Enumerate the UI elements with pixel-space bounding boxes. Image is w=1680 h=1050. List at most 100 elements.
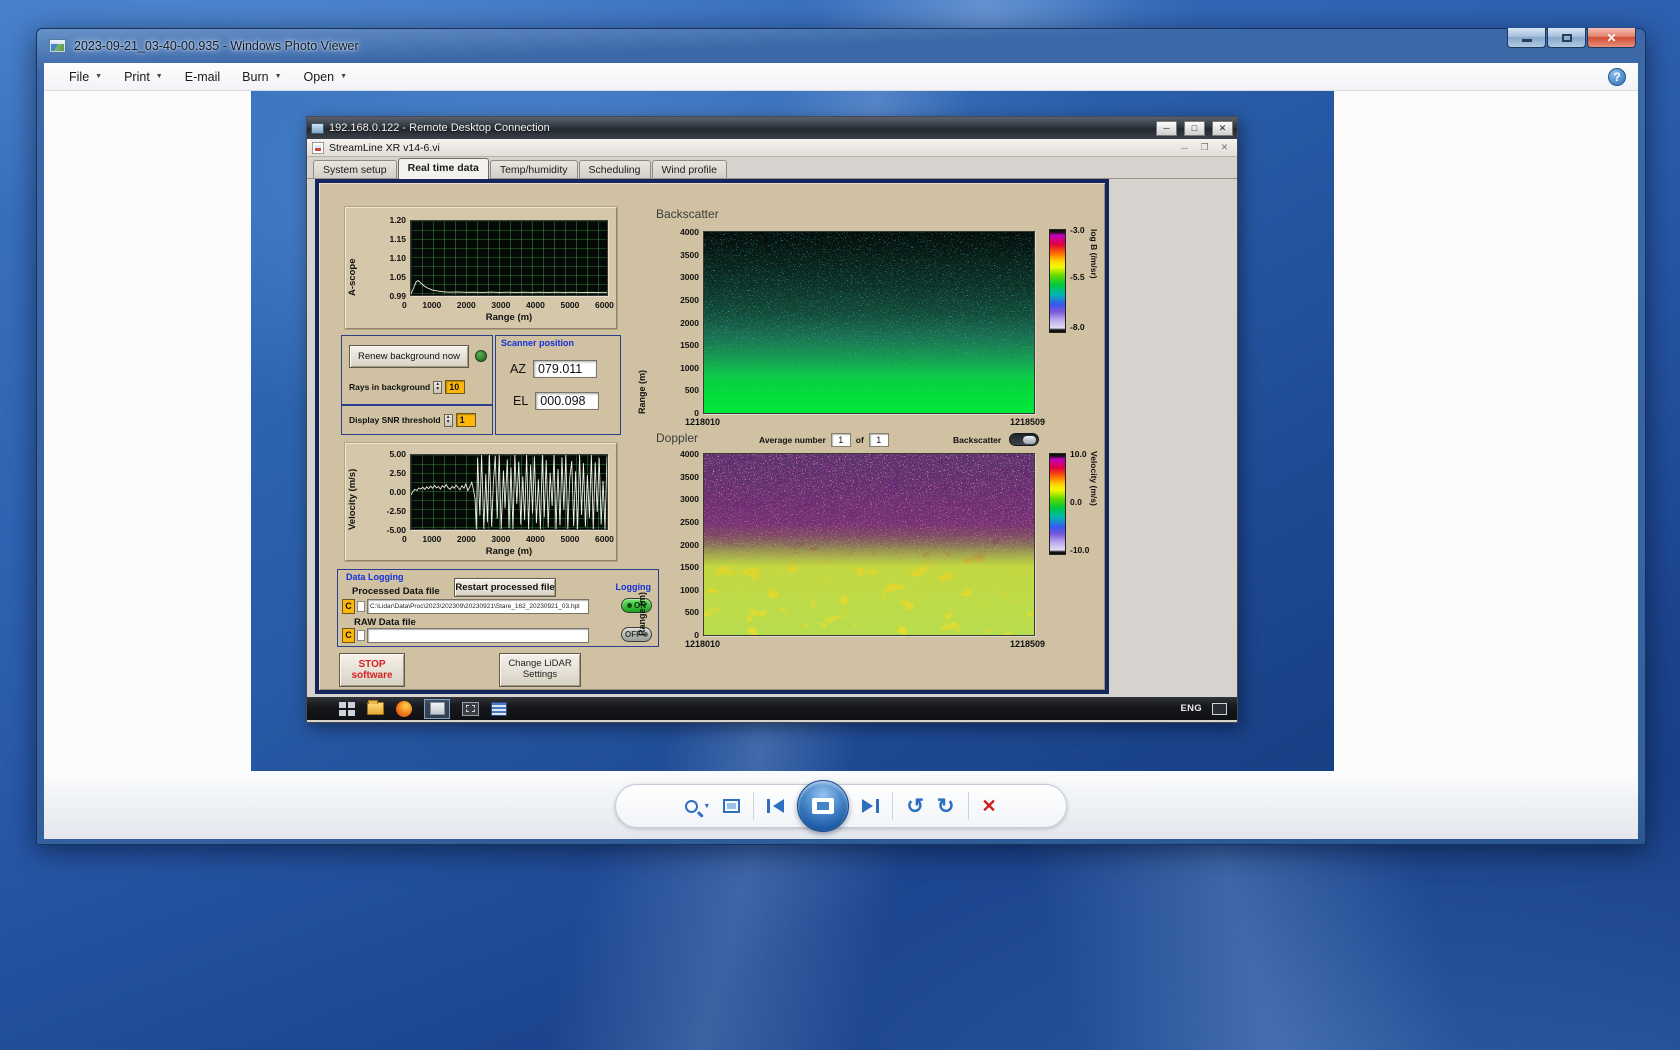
snr-label: Display SNR threshold bbox=[349, 415, 441, 425]
tick-label: 5.00 bbox=[389, 449, 406, 459]
rdp-app-icon bbox=[311, 123, 324, 134]
rotate-clockwise-button[interactable]: ↻ bbox=[937, 796, 955, 817]
rays-value-field[interactable]: 10 bbox=[445, 380, 465, 394]
spinner-icon[interactable]: ▲▼ bbox=[433, 381, 442, 394]
tab-bar: System setup Real time data Temp/humidit… bbox=[307, 157, 1237, 179]
background-controls-box: Renew background now Rays in background … bbox=[341, 335, 493, 405]
language-indicator[interactable]: ENG bbox=[1181, 703, 1203, 714]
rotate-counterclockwise-button[interactable]: ↺ bbox=[906, 796, 924, 817]
ascope-xlabel: Range (m) bbox=[410, 312, 608, 323]
play-slideshow-button[interactable] bbox=[797, 780, 849, 832]
backscatter-toggle-switch[interactable] bbox=[1009, 433, 1039, 446]
renew-background-button[interactable]: Renew background now bbox=[349, 345, 469, 368]
tick-label: 1.05 bbox=[389, 272, 406, 282]
spinner-icon[interactable]: ▲▼ bbox=[444, 414, 453, 427]
photo-viewer-titlebar[interactable]: 2023-09-21_03-40-00.935 - Windows Photo … bbox=[37, 29, 1645, 63]
chevron-down-icon: ▼ bbox=[703, 803, 710, 810]
tick-label: 0.00 bbox=[389, 487, 406, 497]
elevation-row: EL 000.098 bbox=[513, 392, 599, 410]
average-number-field[interactable]: 1 bbox=[831, 433, 851, 447]
start-grid-icon[interactable] bbox=[339, 702, 355, 716]
tick-label: 3000 bbox=[491, 534, 510, 544]
close-button[interactable]: ✕ bbox=[1587, 28, 1636, 48]
backscatter-toggle-label: Backscatter bbox=[953, 435, 1001, 445]
processed-path-field[interactable]: C:\Lidar\Data\Proc\2023\202309\20230921\… bbox=[367, 599, 589, 614]
el-value-field[interactable]: 000.098 bbox=[535, 392, 599, 410]
rdp-title: 192.168.0.122 - Remote Desktop Connectio… bbox=[329, 122, 1149, 134]
delete-button[interactable]: ✕ bbox=[982, 797, 997, 815]
rdp-maximize-button[interactable]: □ bbox=[1184, 121, 1205, 136]
processed-data-file-label: Processed Data file bbox=[352, 586, 440, 597]
raw-data-file-label: RAW Data file bbox=[354, 617, 416, 628]
rdp-minim ize-button[interactable]: ─ bbox=[1156, 121, 1177, 136]
firefox-icon[interactable] bbox=[396, 701, 412, 717]
app-window-icon[interactable] bbox=[462, 702, 479, 716]
help-icon[interactable]: ? bbox=[1608, 68, 1626, 86]
ascope-graph: A-scope 1.201.151.101.050.99 01000200030… bbox=[345, 207, 617, 329]
file-icon bbox=[357, 630, 365, 641]
tab-system-setup[interactable]: System setup bbox=[313, 160, 397, 178]
data-logging-box: Data Logging Processed Data file Restart… bbox=[337, 569, 659, 647]
average-number-control: Average number 1 of 1 bbox=[759, 433, 889, 447]
average-total-field[interactable]: 1 bbox=[869, 433, 889, 447]
data-logging-title: Data Logging bbox=[346, 572, 404, 582]
app-restore-icon[interactable]: ❐ bbox=[1197, 142, 1212, 153]
tick-label: 1500 bbox=[680, 340, 699, 350]
minimize-button[interactable] bbox=[1507, 28, 1546, 48]
menu-burn[interactable]: Burn▼ bbox=[231, 65, 292, 89]
change-lidar-settings-button[interactable]: Change LiDAR Settings bbox=[499, 653, 581, 687]
menu-email[interactable]: E-mail bbox=[174, 65, 231, 89]
active-app-icon[interactable] bbox=[424, 699, 450, 719]
labview-vi-icon bbox=[312, 142, 324, 154]
restart-processed-file-button[interactable]: Restart processed file bbox=[454, 578, 556, 597]
menu-print[interactable]: Print▼ bbox=[113, 65, 174, 89]
tick-label: 0 bbox=[402, 534, 407, 544]
file-icon bbox=[357, 601, 365, 612]
ascope-plot-area bbox=[410, 220, 608, 296]
renew-led-indicator bbox=[475, 350, 487, 362]
tick-label: 1000 bbox=[422, 300, 441, 310]
menu-file[interactable]: File▼ bbox=[58, 65, 113, 89]
stop-software-button[interactable]: STOP software bbox=[339, 653, 405, 687]
doppler-x-end: 1218509 bbox=[1010, 639, 1045, 649]
drive-badge[interactable]: C bbox=[342, 599, 355, 614]
change-line2: Settings bbox=[523, 670, 557, 681]
menu-open-label: Open bbox=[304, 70, 335, 84]
snr-value-field[interactable]: 1 bbox=[456, 413, 476, 427]
doppler-heatmap bbox=[703, 453, 1035, 636]
display-icon[interactable] bbox=[1212, 703, 1227, 715]
az-value-field[interactable]: 079.011 bbox=[533, 360, 597, 378]
chevron-down-icon: ▼ bbox=[340, 73, 347, 80]
previous-button[interactable] bbox=[767, 799, 784, 813]
colorbar-tick: -5.5 bbox=[1070, 272, 1085, 282]
tick-label: 4000 bbox=[680, 227, 699, 237]
rdp-close-button[interactable]: ✕ bbox=[1212, 121, 1233, 136]
app-window-icon bbox=[430, 702, 445, 715]
app-minimize-icon[interactable]: ─ bbox=[1177, 143, 1192, 153]
tab-real-time-data[interactable]: Real time data bbox=[398, 158, 489, 179]
slideshow-icon bbox=[812, 798, 834, 814]
menu-open[interactable]: Open ▼ bbox=[293, 65, 359, 89]
maximize-button[interactable] bbox=[1547, 28, 1586, 48]
tab-scheduling[interactable]: Scheduling bbox=[579, 160, 651, 178]
zoom-control[interactable]: ▼ bbox=[685, 800, 710, 813]
drive-badge[interactable]: C bbox=[342, 628, 355, 643]
list-app-icon[interactable] bbox=[491, 702, 507, 716]
stop-line1: STOP bbox=[358, 659, 385, 671]
previous-icon bbox=[773, 799, 784, 813]
tick-label: 2.50 bbox=[389, 468, 406, 478]
tick-label: 1.20 bbox=[389, 215, 406, 225]
raw-path-field[interactable] bbox=[367, 628, 589, 643]
rdp-titlebar: 192.168.0.122 - Remote Desktop Connectio… bbox=[307, 117, 1237, 139]
menu-burn-label: Burn bbox=[242, 70, 268, 84]
tab-wind-profile[interactable]: Wind profile bbox=[652, 160, 727, 178]
actual-size-button[interactable] bbox=[723, 799, 740, 813]
next-button[interactable] bbox=[862, 799, 879, 813]
app-close-icon[interactable]: ✕ bbox=[1217, 142, 1232, 153]
chevron-down-icon: ▼ bbox=[156, 73, 163, 80]
window-title: 2023-09-21_03-40-00.935 - Windows Photo … bbox=[74, 39, 359, 53]
chevron-down-icon: ▼ bbox=[95, 73, 102, 80]
tab-temp-humidity[interactable]: Temp/humidity bbox=[490, 160, 578, 178]
tick-label: 1000 bbox=[680, 585, 699, 595]
folder-icon[interactable] bbox=[367, 702, 384, 715]
